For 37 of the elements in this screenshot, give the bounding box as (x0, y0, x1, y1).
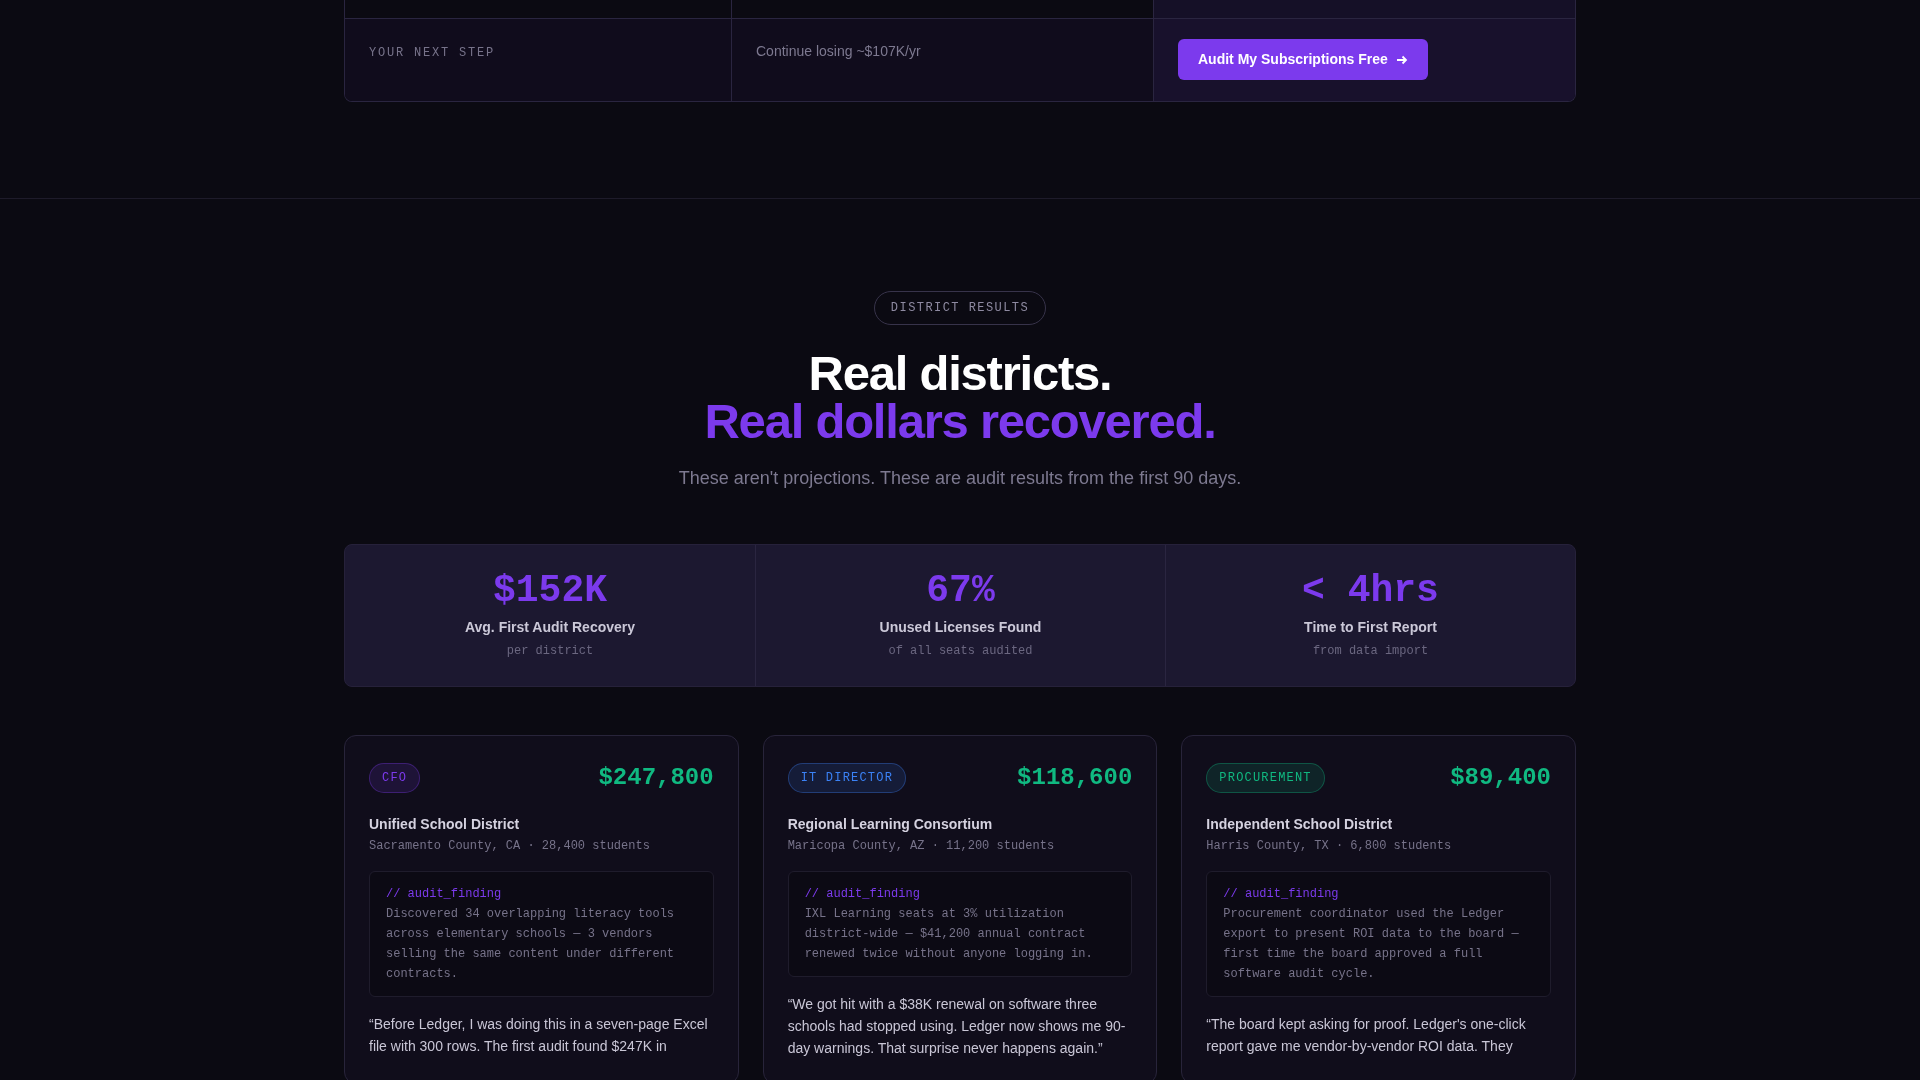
testimonial-quote: “The board kept asking for proof. Ledger's one-click report gave me vendor-by-vendor ROI data. They (1206, 1015, 1527, 1056)
district-meta: Harris County, TX · 6,800 students (1206, 838, 1453, 855)
finding-label: // audit_finding (804, 886, 921, 903)
district-name: Regional Learning Consortium (787, 815, 994, 834)
stat-sublabel: from data import (1312, 643, 1429, 660)
finding-text: Procurement coordinator used the Ledger export to present ROI data to the board — first time the board approved a full software audit cycle. (1223, 906, 1520, 983)
testimonial-quote: “We got hit with a $38K renewal on software three schools had stopped using. Ledger now shows me 90-day warnings. That surprise never happens again.” (787, 995, 1127, 1058)
headline-highlight: Real dollars recovered. (704, 397, 1216, 445)
district-meta: Sacramento County, CA · 28,400 students (369, 838, 651, 855)
testimonial-quote: “Before Ledger, I was doing this in a seven-page Excel file with 300 rows. The first audit found $247K in (369, 1015, 709, 1056)
finding-text: Discovered 34 overlapping literacy tools across elementary schools — 3 vendors selling the same content under different contracts. (386, 906, 676, 983)
district-name: Unified School District (369, 815, 521, 834)
district-name: Independent School District (1206, 815, 1394, 834)
district-meta: Maricopa County, AZ · 11,200 students (787, 838, 1056, 855)
stat-sublabel: per district (506, 643, 594, 660)
savings-amount: $118,600 (1017, 763, 1133, 793)
stat-value: < 4hrs (1302, 571, 1439, 611)
savings-amount: $247,800 (598, 763, 714, 793)
arrow-right-icon (1395, 53, 1408, 66)
row-label: YOUR NEXT STEP (369, 46, 496, 60)
role-badge: PROCUREMENT (1206, 763, 1325, 793)
role-badge: CFO (369, 763, 421, 793)
stat-value: $152K (493, 571, 607, 611)
stat-sublabel: of all seats audited (888, 643, 1033, 660)
outcome-text: Continue losing ~$107K/yr (756, 43, 921, 59)
finding-label: // audit_finding (1223, 886, 1340, 903)
finding-label: // audit_finding (386, 886, 503, 903)
role-badge: IT DIRECTOR (787, 763, 907, 793)
audit-cta-button[interactable]: Audit My Subscriptions Free (1178, 39, 1428, 80)
stat-label: Unused Licenses Found (879, 618, 1042, 637)
savings-amount: $89,400 (1450, 763, 1551, 793)
stat-value: 67% (926, 571, 995, 611)
stat-label: Avg. First Audit Recovery (464, 618, 636, 637)
stat-label: Time to First Report (1304, 618, 1437, 637)
finding-text: IXL Learning seats at 3% utilization district-wide — $41,200 annual contract renewed twice without anyone logging in. (804, 906, 1094, 963)
headline: Real districts. (807, 349, 1113, 397)
section-subtitle: These aren't projections. These are audit results from the first 90 days. (678, 467, 1242, 490)
